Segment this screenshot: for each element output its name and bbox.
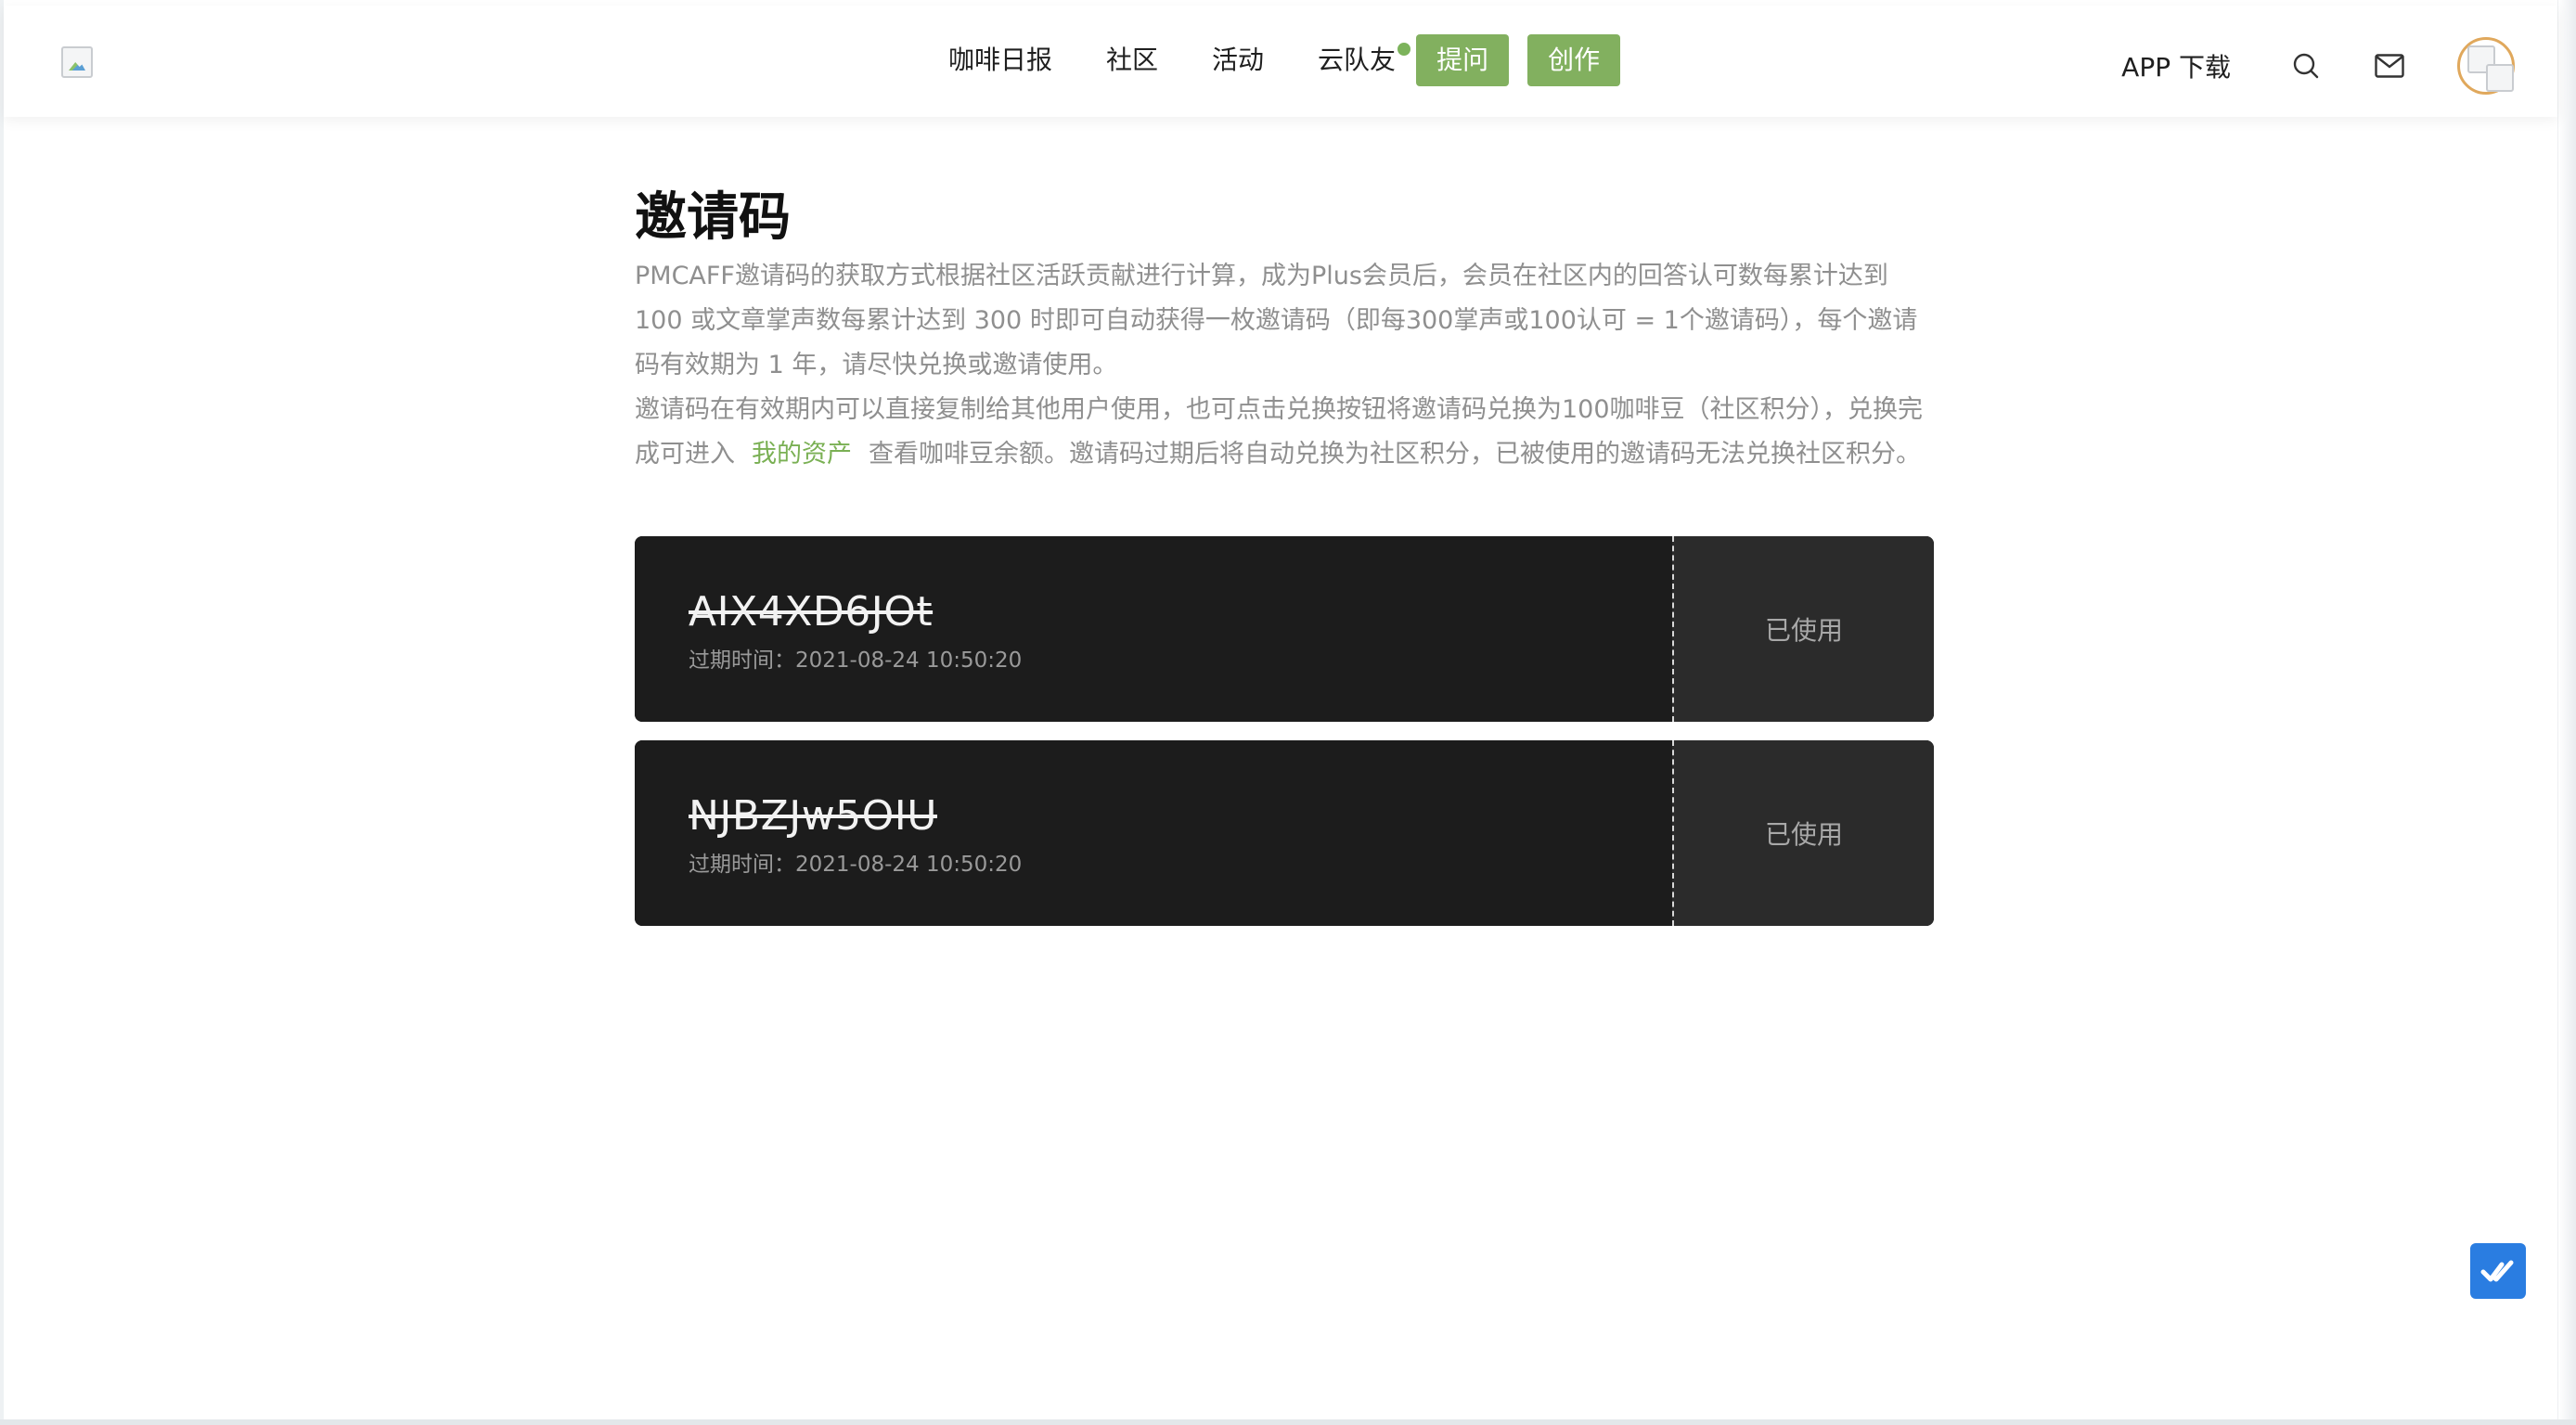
invite-code-expire: 过期时间：2021-08-24 10:50:20 <box>689 648 1023 673</box>
invite-code-list: AIX4XD6JOt 过期时间：2021-08-24 10:50:20 已使用 … <box>635 536 1934 926</box>
window-edge-right <box>2557 0 2576 1425</box>
window-edge-bottom <box>0 1419 2576 1425</box>
invite-code-status-area: 已使用 <box>1672 740 1934 926</box>
invite-code-status: 已使用 <box>1764 615 1843 646</box>
description-text-after-link: 查看咖啡豆余额。邀请码过期后将自动兑换为社区积分，已被使用的邀请码无法兑换社区积… <box>869 440 1921 469</box>
app-download-link[interactable]: APP 下载 <box>2121 47 2231 84</box>
invite-code-card: NJBZJw5OIU 过期时间：2021-08-24 10:50:20 已使用 <box>635 740 1934 926</box>
create-button[interactable]: 创作 <box>1527 34 1621 86</box>
top-navbar: 咖啡日报 社区 活动 云队友 提问 创作 APP 下载 <box>4 6 2557 117</box>
window-edge-left <box>0 0 4 1425</box>
main-nav: 咖啡日报 社区 活动 云队友 提问 创作 <box>948 33 1639 87</box>
invite-code-card: AIX4XD6JOt 过期时间：2021-08-24 10:50:20 已使用 <box>635 536 1934 722</box>
invite-code-info: NJBZJw5OIU 过期时间：2021-08-24 10:50:20 <box>635 740 1672 926</box>
page: 咖啡日报 社区 活动 云队友 提问 创作 APP 下载 邀请码 PMCAFF邀请… <box>0 0 2576 1425</box>
check-mark-floating-icon[interactable] <box>2470 1243 2526 1299</box>
ask-button[interactable]: 提问 <box>1416 34 1510 86</box>
nav-item-daily[interactable]: 咖啡日报 <box>948 33 1052 87</box>
description-paragraph-2: 邀请码在有效期内可以直接复制给其他用户使用，也可点击兑换按钮将邀请码兑换为100… <box>635 388 1934 477</box>
avatar-badge-icon <box>2486 64 2514 92</box>
invite-code-info: AIX4XD6JOt 过期时间：2021-08-24 10:50:20 <box>635 536 1672 722</box>
invite-code-value[interactable]: AIX4XD6JOt <box>689 586 933 638</box>
description-paragraph-1: PMCAFF邀请码的获取方式根据社区活跃贡献进行计算，成为Plus会员后，会员在… <box>635 262 1918 379</box>
search-icon[interactable] <box>2290 50 2322 82</box>
nav-item-cloud-teammate[interactable]: 云队友 <box>1318 33 1411 87</box>
nav-item-events[interactable]: 活动 <box>1212 33 1264 87</box>
invite-code-expire: 过期时间：2021-08-24 10:50:20 <box>689 853 1023 877</box>
my-assets-link[interactable]: 我的资产 <box>752 440 852 469</box>
invite-code-status-area: 已使用 <box>1672 536 1934 722</box>
nav-item-community[interactable]: 社区 <box>1106 33 1158 87</box>
invite-code-status: 已使用 <box>1764 819 1843 850</box>
main-content: 邀请码 PMCAFF邀请码的获取方式根据社区活跃贡献进行计算，成为Plus会员后… <box>635 186 1934 944</box>
header-actions: APP 下载 <box>2121 37 2515 95</box>
invite-code-value[interactable]: NJBZJw5OIU <box>689 790 937 842</box>
user-avatar[interactable] <box>2457 37 2515 95</box>
page-title: 邀请码 <box>635 187 791 248</box>
mail-icon[interactable] <box>2374 50 2405 82</box>
logo-image[interactable] <box>61 46 93 78</box>
